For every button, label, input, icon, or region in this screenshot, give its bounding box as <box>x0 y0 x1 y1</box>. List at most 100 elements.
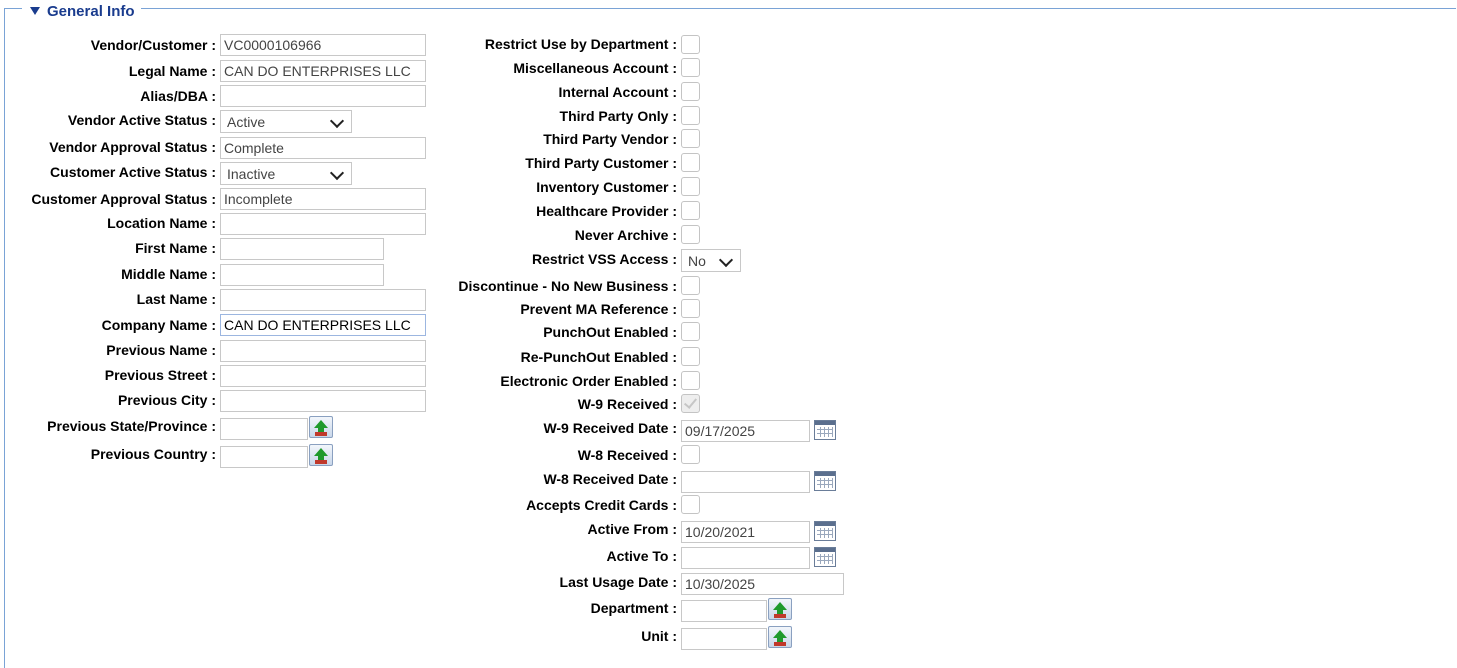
internal-account-label: Internal Account : <box>558 84 678 100</box>
vendor-active-status-select[interactable]: Active <box>220 110 352 133</box>
general-info-section <box>4 8 1456 668</box>
department-label: Department : <box>590 600 677 616</box>
accepts-credit-cards-label: Accepts Credit Cards : <box>526 497 677 513</box>
repunchout-enabled-label: Re-PunchOut Enabled : <box>520 349 677 365</box>
active-to-label: Active To : <box>606 548 677 564</box>
restrict-use-dept-checkbox[interactable] <box>681 35 700 54</box>
vendor-approval-status-label: Vendor Approval Status : <box>49 139 216 155</box>
calendar-icon[interactable] <box>814 471 836 491</box>
restrict-use-dept-label: Restrict Use by Department : <box>484 36 677 52</box>
customer-active-status-select[interactable]: Inactive <box>220 162 352 185</box>
misc-account-label: Miscellaneous Account : <box>513 60 677 76</box>
middle-name-field[interactable] <box>220 264 384 286</box>
section-header[interactable]: General Info <box>22 1 141 23</box>
third-party-customer-checkbox[interactable] <box>681 153 700 172</box>
punchout-enabled-label: PunchOut Enabled : <box>543 324 677 340</box>
active-to-field[interactable] <box>681 547 810 569</box>
punchout-enabled-checkbox[interactable] <box>681 322 700 341</box>
electronic-order-enabled-checkbox[interactable] <box>681 371 700 390</box>
first-name-label: First Name : <box>135 240 216 256</box>
w9-received-label: W-9 Received : <box>577 396 677 412</box>
previous-name-field[interactable] <box>220 340 426 362</box>
last-usage-date-label: Last Usage Date : <box>559 574 677 590</box>
never-archive-label: Never Archive : <box>574 227 677 243</box>
w9-received-date-field[interactable]: 09/17/2025 <box>681 420 810 442</box>
calendar-icon[interactable] <box>814 420 836 440</box>
previous-street-field[interactable] <box>220 365 426 387</box>
third-party-customer-label: Third Party Customer : <box>525 155 677 171</box>
last-usage-date-field[interactable]: 10/30/2025 <box>681 573 844 595</box>
lookup-arrow-icon[interactable] <box>309 416 333 438</box>
prevent-ma-reference-label: Prevent MA Reference : <box>520 301 677 317</box>
section-title: General Info <box>47 3 135 20</box>
lookup-arrow-icon[interactable] <box>768 598 792 620</box>
last-name-field[interactable] <box>220 289 426 311</box>
middle-name-label: Middle Name : <box>121 266 216 282</box>
internal-account-checkbox[interactable] <box>681 82 700 101</box>
active-from-field[interactable]: 10/20/2021 <box>681 521 810 543</box>
customer-active-status-label: Customer Active Status : <box>50 164 216 180</box>
alias-dba-label: Alias/DBA : <box>140 88 216 104</box>
vendor-customer-label: Vendor/Customer : <box>90 37 216 53</box>
previous-street-label: Previous Street : <box>104 367 216 383</box>
prevent-ma-reference-checkbox[interactable] <box>681 299 700 318</box>
lookup-arrow-icon[interactable] <box>309 444 333 466</box>
restrict-vss-access-select[interactable]: No <box>681 249 741 272</box>
healthcare-provider-label: Healthcare Provider : <box>536 203 677 219</box>
customer-approval-status-field[interactable]: Incomplete <box>220 188 426 210</box>
restrict-vss-access-label: Restrict VSS Access : <box>532 251 677 267</box>
third-party-vendor-checkbox[interactable] <box>681 129 700 148</box>
chevron-down-icon <box>329 113 345 129</box>
lookup-arrow-icon[interactable] <box>768 626 792 648</box>
healthcare-provider-checkbox[interactable] <box>681 201 700 220</box>
w9-received-date-label: W-9 Received Date : <box>543 420 677 436</box>
electronic-order-enabled-label: Electronic Order Enabled : <box>500 373 677 389</box>
vendor-approval-status-field[interactable]: Complete <box>220 137 426 159</box>
calendar-icon[interactable] <box>814 521 836 541</box>
w8-received-date-field[interactable] <box>681 471 810 493</box>
vendor-active-status-label: Vendor Active Status : <box>67 112 216 128</box>
location-name-field[interactable] <box>220 213 426 235</box>
first-name-field[interactable] <box>220 238 384 260</box>
w9-received-checkbox[interactable] <box>681 394 700 413</box>
company-name-field[interactable]: CAN DO ENTERPRISES LLC <box>220 314 426 336</box>
unit-field[interactable] <box>681 628 767 650</box>
third-party-only-label: Third Party Only : <box>559 108 677 124</box>
repunchout-enabled-checkbox[interactable] <box>681 347 700 366</box>
company-name-label: Company Name : <box>101 317 216 333</box>
inventory-customer-checkbox[interactable] <box>681 177 700 196</box>
previous-state-label: Previous State/Province : <box>47 418 216 434</box>
previous-city-label: Previous City : <box>117 392 216 408</box>
last-name-label: Last Name : <box>136 291 216 307</box>
third-party-only-checkbox[interactable] <box>681 106 700 125</box>
chevron-down-icon <box>329 165 345 181</box>
calendar-icon[interactable] <box>814 547 836 567</box>
unit-label: Unit : <box>641 628 677 644</box>
previous-state-field[interactable] <box>220 418 308 440</box>
previous-country-field[interactable] <box>220 446 308 468</box>
customer-active-status-value: Inactive <box>227 166 276 182</box>
location-name-label: Location Name : <box>107 215 216 231</box>
misc-account-checkbox[interactable] <box>681 58 700 77</box>
legal-name-label: Legal Name : <box>128 63 216 79</box>
accepts-credit-cards-checkbox[interactable] <box>681 495 700 514</box>
vendor-customer-field[interactable]: VC0000106966 <box>220 34 426 56</box>
department-field[interactable] <box>681 600 767 622</box>
previous-city-field[interactable] <box>220 390 426 412</box>
legal-name-field[interactable]: CAN DO ENTERPRISES LLC <box>220 60 426 82</box>
restrict-vss-access-value: No <box>688 253 706 269</box>
third-party-vendor-label: Third Party Vendor : <box>543 131 677 147</box>
w8-received-checkbox[interactable] <box>681 445 700 464</box>
alias-dba-field[interactable] <box>220 85 426 107</box>
never-archive-checkbox[interactable] <box>681 225 700 244</box>
discontinue-label: Discontinue - No New Business : <box>458 278 677 294</box>
inventory-customer-label: Inventory Customer : <box>536 179 677 195</box>
w8-received-label: W-8 Received : <box>577 447 677 463</box>
chevron-down-icon <box>718 252 734 268</box>
discontinue-checkbox[interactable] <box>681 276 700 295</box>
active-from-label: Active From : <box>587 521 677 537</box>
vendor-active-status-value: Active <box>227 114 266 130</box>
triangle-down-icon[interactable] <box>30 7 40 15</box>
previous-country-label: Previous Country : <box>90 446 216 462</box>
customer-approval-status-label: Customer Approval Status : <box>31 191 216 207</box>
